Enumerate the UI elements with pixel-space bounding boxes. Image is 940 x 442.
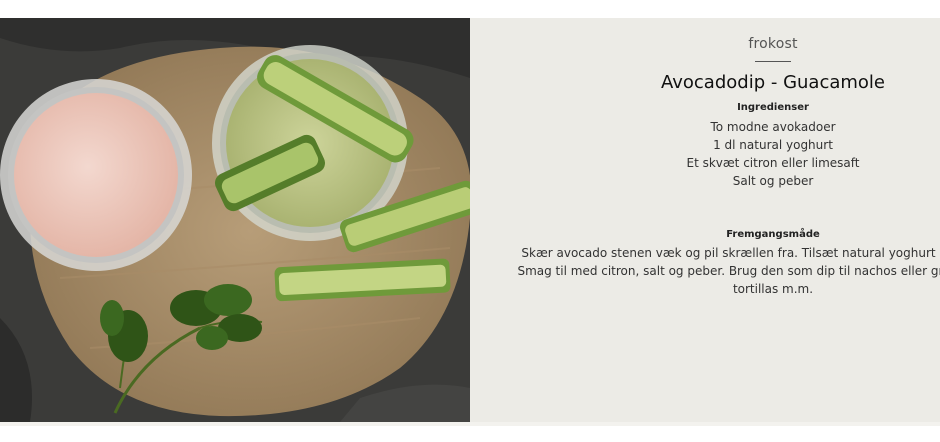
recipe-photo (0, 18, 470, 422)
method-line: Skær avocado stenen væk og pil skrællen … (521, 246, 940, 260)
method-line: Smag til med citron, salt og peber. Brug… (517, 264, 940, 278)
method-line: tortillas m.m. (732, 282, 814, 296)
bottom-divider (0, 422, 940, 426)
method-text: Skær avocado stenen væk og pil skrællen … (470, 244, 940, 298)
food-image (0, 18, 470, 422)
recipe-category[interactable]: frokost (470, 36, 940, 52)
ingredient-item: To modne avokadoer (710, 120, 836, 134)
ingredient-item: Et skvæt citron eller limesaft (686, 156, 860, 170)
recipe-title: Avocadodip - Guacamole (660, 72, 885, 93)
ingredients-list: To modne avokadoer 1 dl natural yoghurt … (470, 118, 940, 190)
recipe-panel: frokost Avocadodip - Guacamole Ingredien… (470, 18, 940, 422)
method-heading: Fremgangsmåde (726, 229, 820, 240)
recipe-page: frokost Avocadodip - Guacamole Ingredien… (0, 0, 940, 442)
category-divider (755, 61, 791, 62)
bottom-strip (0, 422, 940, 442)
ingredients-heading: Ingredienser (737, 102, 809, 113)
ingredient-item: 1 dl natural yoghurt (713, 138, 833, 152)
ingredient-item: Salt og peber (732, 174, 814, 188)
